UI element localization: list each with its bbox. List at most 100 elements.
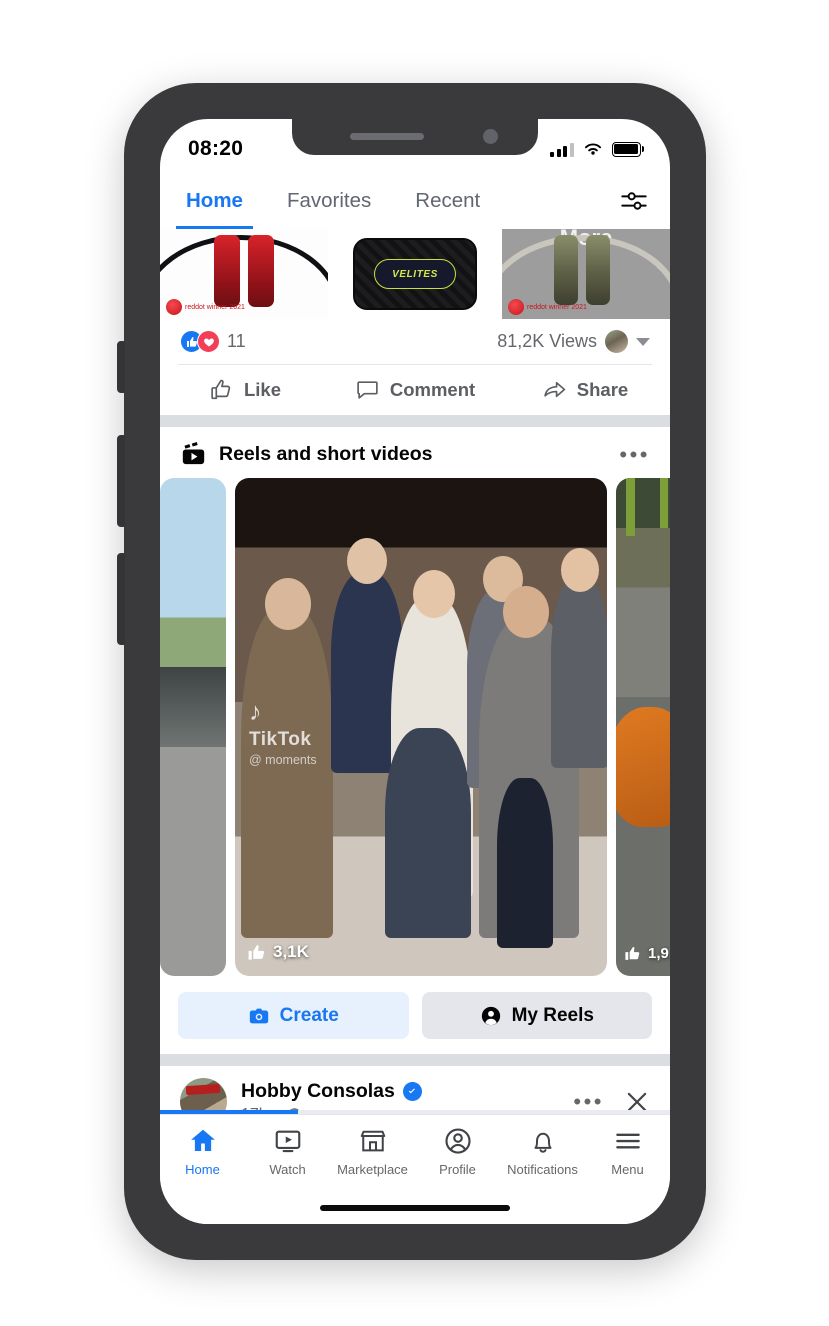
nav-item-home[interactable]: Home [160, 1126, 245, 1177]
bell-icon [534, 1132, 551, 1153]
reels-overflow-menu[interactable]: ••• [619, 443, 650, 465]
wifi-icon [584, 143, 601, 155]
profile-person-icon [444, 1128, 471, 1154]
phone-frame: 08:20 Home Favorites Recent reddot winne… [117, 83, 706, 1260]
reddot-award-badge: reddot winner 2021 [166, 299, 245, 315]
top-tab-bar: Home Favorites Recent [160, 173, 670, 229]
home-indicator[interactable] [320, 1205, 510, 1211]
phone-notch [292, 119, 538, 155]
create-reel-button[interactable]: Create [178, 992, 409, 1039]
news-feed[interactable]: reddot winner 2021 VELITES More [160, 229, 670, 1224]
nav-item-profile[interactable]: Profile [415, 1126, 500, 1177]
nav-item-watch[interactable]: Watch [245, 1126, 330, 1177]
front-camera [483, 129, 498, 144]
nav-profile-label: Profile [439, 1162, 476, 1177]
reel-like-count: 3,1K [247, 942, 309, 962]
nav-home-label: Home [185, 1162, 220, 1177]
like-button[interactable]: Like [160, 377, 330, 402]
post-reactions-row: 11 81,2K Views [160, 319, 670, 364]
rope-handle [214, 235, 240, 307]
tiktok-watermark: ♪ TikTok @ moments [249, 700, 317, 768]
views-summary[interactable]: 81,2K Views [497, 330, 650, 353]
product-image-camo-rope[interactable]: More reddot winner 2021 [502, 229, 670, 319]
tab-favorites-label: Favorites [286, 189, 372, 212]
reel-like-count: 1,9K [624, 945, 670, 962]
comment-button-label: Comment [389, 378, 476, 400]
tune-sliders-icon[interactable] [620, 187, 648, 215]
mute-switch-button[interactable] [117, 341, 125, 393]
reel-card-left[interactable] [160, 478, 226, 976]
reddot-award-badge: reddot winner 2021 [508, 299, 587, 315]
like-button-label: Like [243, 378, 282, 400]
reels-clapper-icon [182, 442, 205, 465]
product-image-velites-grip[interactable]: VELITES [331, 229, 499, 319]
tab-recent[interactable]: Recent [411, 173, 484, 229]
nav-menu-label: Menu [611, 1162, 644, 1177]
comment-bubble-icon [357, 381, 378, 399]
home-icon [190, 1129, 215, 1151]
create-reel-label: Create [279, 1004, 339, 1026]
reaction-count: 11 [227, 331, 246, 351]
earpiece-speaker [350, 133, 424, 140]
watch-play-icon [275, 1130, 300, 1153]
post-author-name: Hobby Consolas [241, 1079, 395, 1102]
tab-home[interactable]: Home [176, 173, 253, 229]
share-button[interactable]: Share [500, 377, 670, 402]
reactions-summary[interactable]: 11 [180, 330, 246, 353]
reel-card-center[interactable]: ♪ TikTok @ moments 3,1K [235, 478, 607, 976]
reddot-badge-label: reddot winner 2021 [527, 303, 587, 311]
product-image-red-rope[interactable]: reddot winner 2021 [160, 229, 328, 319]
reels-section-title: Reels and short videos [219, 443, 433, 465]
post-overflow-menu[interactable]: ••• [573, 1090, 604, 1112]
product-carousel[interactable]: reddot winner 2021 VELITES More [160, 229, 670, 319]
nav-item-marketplace[interactable]: Marketplace [330, 1126, 415, 1177]
rope-handle [554, 235, 578, 305]
volume-up-button[interactable] [117, 435, 125, 527]
cellular-signal-icon [550, 142, 574, 157]
reel-thumbnail: ♪ TikTok @ moments [235, 478, 607, 976]
status-icons [550, 141, 644, 157]
status-time: 08:20 [188, 137, 244, 160]
reel-thumbnail [616, 478, 670, 976]
dog-figure [616, 707, 670, 828]
rope-handle [586, 235, 610, 305]
tab-home-label: Home [186, 189, 243, 212]
tab-favorites[interactable]: Favorites [283, 173, 375, 229]
velites-brand-label: VELITES [392, 268, 438, 280]
reel-like-count-label: 1,9K [648, 945, 670, 962]
view-count-label: 81,2K Views [497, 331, 597, 351]
thumbs-up-filled-icon [248, 944, 265, 960]
comment-button[interactable]: Comment [330, 377, 500, 402]
post-author[interactable]: Hobby Consolas [241, 1080, 422, 1103]
reels-carousel[interactable]: ♪ TikTok @ moments 3,1K 1,9 [160, 478, 670, 976]
reddot-mark-icon [508, 299, 524, 315]
grip-pad: VELITES [353, 238, 477, 310]
reels-action-buttons: Create My Reels [160, 976, 670, 1054]
volume-down-button[interactable] [117, 553, 125, 645]
feed-separator [160, 1054, 670, 1066]
love-reaction-icon [197, 330, 220, 353]
my-reels-button[interactable]: My Reels [421, 992, 652, 1039]
grip-brand-plate: VELITES [374, 259, 456, 289]
reel-thumbnail [160, 478, 226, 976]
caret-down-icon[interactable] [636, 337, 650, 346]
nav-item-menu[interactable]: Menu [585, 1126, 670, 1177]
tiktok-handle-label: @ moments [249, 753, 317, 767]
my-reels-label: My Reels [511, 1004, 594, 1026]
share-arrow-icon [544, 381, 566, 398]
thumbs-up-icon [211, 379, 231, 400]
camera-icon [249, 1008, 268, 1023]
reel-card-right[interactable]: 1,9K [616, 478, 670, 976]
reddot-mark-icon [166, 299, 182, 315]
person-circle-icon [481, 1006, 500, 1025]
feed-separator [160, 415, 670, 427]
nav-notifications-label: Notifications [507, 1162, 578, 1177]
hamburger-menu-icon [615, 1133, 640, 1149]
tab-recent-label: Recent [415, 189, 481, 212]
phone-screen: 08:20 Home Favorites Recent reddot winne… [160, 119, 670, 1224]
marketplace-store-icon [360, 1130, 385, 1152]
reels-header: Reels and short videos ••• [160, 427, 670, 478]
reddot-badge-label: reddot winner 2021 [185, 303, 245, 311]
nav-item-notifications[interactable]: Notifications [500, 1126, 585, 1177]
tiktok-app-label: TikTok [249, 729, 312, 750]
